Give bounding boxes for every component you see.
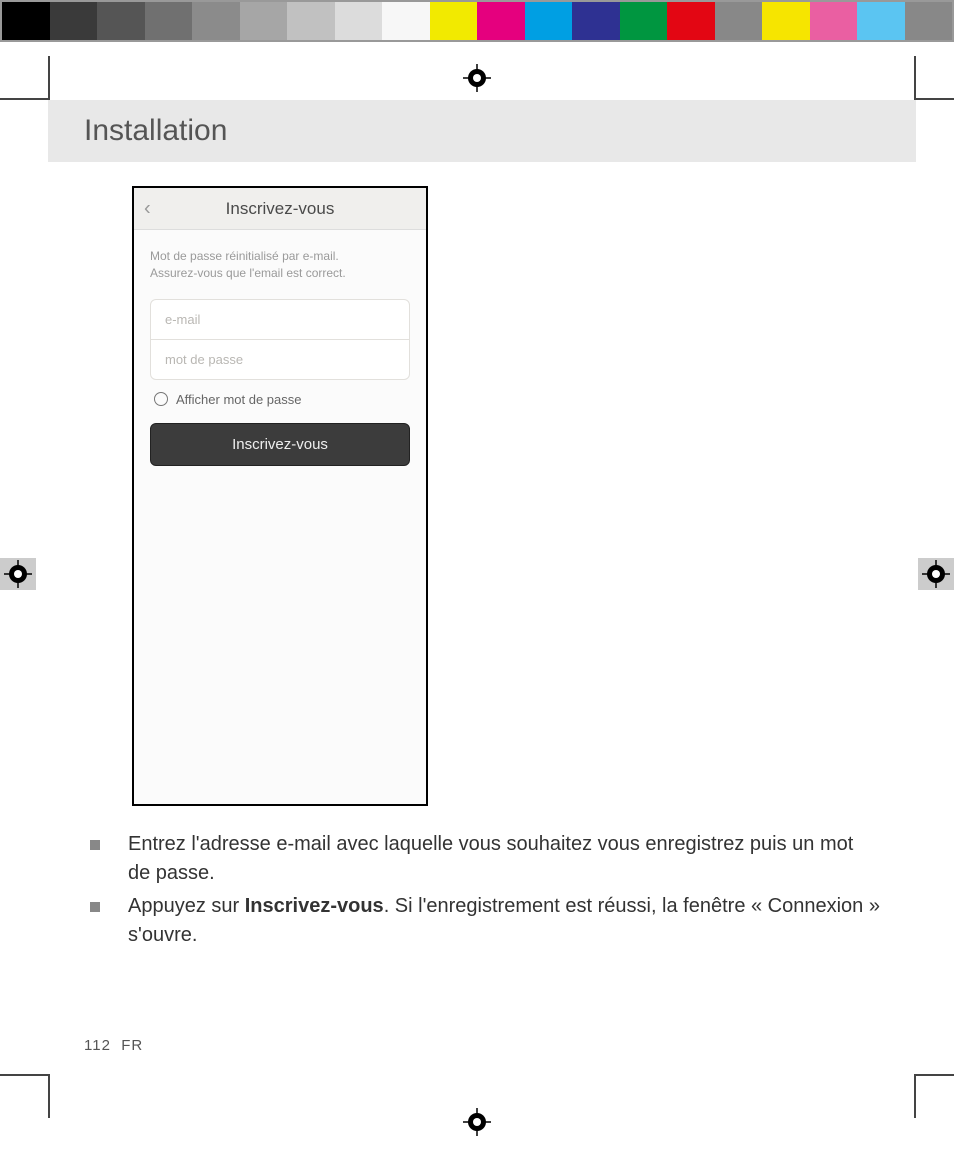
color-swatch xyxy=(382,2,430,40)
registration-mark-icon xyxy=(463,64,491,92)
submit-button[interactable]: Inscrivez-vous xyxy=(150,423,410,466)
password-field[interactable] xyxy=(151,340,409,379)
color-swatch xyxy=(97,2,145,40)
color-swatch xyxy=(145,2,193,40)
phone-body: Mot de passe réinitialisé par e-mail. As… xyxy=(134,230,426,466)
radio-icon xyxy=(154,392,168,406)
color-swatch xyxy=(667,2,715,40)
color-swatch xyxy=(430,2,478,40)
color-swatch xyxy=(857,2,905,40)
color-swatch xyxy=(2,2,50,40)
instruction-item: Entrez l'adresse e-mail avec laquelle vo… xyxy=(84,830,880,888)
color-swatch xyxy=(192,2,240,40)
color-swatch xyxy=(525,2,573,40)
crop-mark xyxy=(916,98,954,100)
color-swatch xyxy=(335,2,383,40)
show-password-toggle[interactable]: Afficher mot de passe xyxy=(154,392,410,407)
instruction-list: Entrez l'adresse e-mail avec laquelle vo… xyxy=(84,830,880,950)
content-area: ‹ Inscrivez-vous Mot de passe réinitiali… xyxy=(48,162,916,950)
registration-mark-icon xyxy=(4,560,32,588)
back-icon[interactable]: ‹ xyxy=(144,197,151,220)
instruction-item: Appuyez sur Inscrivez-vous. Si l'enregis… xyxy=(84,892,880,950)
crop-mark xyxy=(0,1074,48,1076)
crop-mark xyxy=(914,1074,916,1118)
color-swatch xyxy=(477,2,525,40)
color-swatch xyxy=(810,2,858,40)
color-swatch xyxy=(715,2,763,40)
phone-hint-line: Assurez-vous que l'email est correct. xyxy=(150,266,346,280)
color-swatch xyxy=(50,2,98,40)
phone-hint-line: Mot de passe réinitialisé par e-mail. xyxy=(150,249,339,263)
section-header: Installation xyxy=(48,100,916,162)
phone-fields-group xyxy=(150,299,410,380)
instruction-text: Entrez l'adresse e-mail avec laquelle vo… xyxy=(128,833,853,884)
crop-mark xyxy=(0,98,48,100)
page-footer: 112 FR xyxy=(84,1037,143,1054)
color-swatch xyxy=(762,2,810,40)
phone-screen-title: Inscrivez-vous xyxy=(134,199,426,219)
registration-mark-icon xyxy=(463,1108,491,1136)
crop-mark xyxy=(48,56,50,100)
color-calibration-bar xyxy=(0,0,954,42)
email-field[interactable] xyxy=(151,300,409,339)
color-swatch xyxy=(287,2,335,40)
color-swatch xyxy=(240,2,288,40)
color-swatch xyxy=(572,2,620,40)
page-content: Installation ‹ Inscrivez-vous Mot de pas… xyxy=(48,100,916,1074)
show-password-label: Afficher mot de passe xyxy=(176,392,302,407)
section-title: Installation xyxy=(84,114,227,147)
page-lang: FR xyxy=(121,1037,143,1054)
phone-hint-text: Mot de passe réinitialisé par e-mail. As… xyxy=(150,248,410,283)
instruction-text-bold: Inscrivez-vous xyxy=(245,895,384,917)
color-swatch xyxy=(905,2,953,40)
crop-mark xyxy=(914,56,916,100)
crop-mark xyxy=(48,1074,50,1118)
phone-screenshot: ‹ Inscrivez-vous Mot de passe réinitiali… xyxy=(132,186,428,806)
registration-mark-icon xyxy=(922,560,950,588)
instruction-text-pre: Appuyez sur xyxy=(128,895,245,917)
phone-header: ‹ Inscrivez-vous xyxy=(134,188,426,230)
submit-button-label: Inscrivez-vous xyxy=(232,436,328,453)
color-swatch xyxy=(620,2,668,40)
page-number: 112 xyxy=(84,1037,111,1054)
crop-mark xyxy=(916,1074,954,1076)
